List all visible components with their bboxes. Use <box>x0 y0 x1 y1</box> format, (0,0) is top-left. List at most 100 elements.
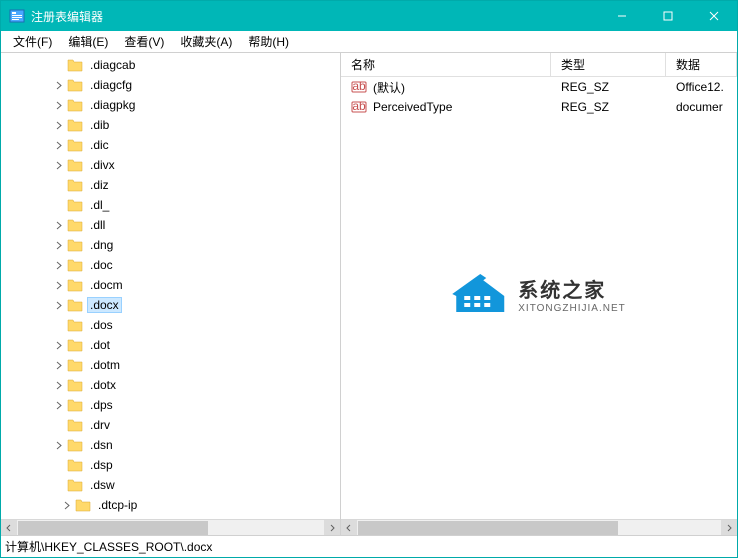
list-row[interactable]: abPerceivedTypeREG_SZdocumer <box>341 97 737 117</box>
folder-icon <box>67 218 83 232</box>
tree-item-label: .dtcp-ip <box>95 497 140 513</box>
folder-icon <box>67 318 83 332</box>
expand-icon[interactable] <box>53 259 65 271</box>
folder-icon <box>67 418 83 432</box>
tree-item-label: .dng <box>87 237 116 253</box>
maximize-button[interactable] <box>645 1 691 31</box>
expand-icon[interactable] <box>53 299 65 311</box>
svg-text:ab: ab <box>352 99 366 113</box>
tree-item-label: .dos <box>87 317 116 333</box>
leaf-icon <box>53 459 65 471</box>
folder-icon <box>67 238 83 252</box>
expand-icon[interactable] <box>61 499 73 511</box>
tree-item[interactable]: .dot <box>1 335 340 355</box>
list-pane[interactable]: 名称 类型 数据 ab(默认)REG_SZOffice12.abPerceive… <box>341 53 737 535</box>
watermark-title: 系统之家 <box>518 274 626 303</box>
svg-text:ab: ab <box>352 79 366 93</box>
folder-icon <box>67 58 83 72</box>
tree-item[interactable]: .dll <box>1 215 340 235</box>
tree-item[interactable]: .divx <box>1 155 340 175</box>
tree-item-label: .diagcfg <box>87 77 135 93</box>
menu-file[interactable]: 文件(F) <box>5 31 60 52</box>
tree-item[interactable]: .diagcfg <box>1 75 340 95</box>
leaf-icon <box>53 179 65 191</box>
expand-icon[interactable] <box>53 99 65 111</box>
tree-item[interactable]: .dotm <box>1 355 340 375</box>
tree-item[interactable]: .diagpkg <box>1 95 340 115</box>
scroll-thumb[interactable] <box>18 521 208 535</box>
tree-item[interactable]: .dsn <box>1 435 340 455</box>
tree-item[interactable]: .dsw <box>1 475 340 495</box>
tree-item-label: .docm <box>87 277 126 293</box>
menu-help[interactable]: 帮助(H) <box>240 31 297 52</box>
col-type[interactable]: 类型 <box>551 53 666 77</box>
expand-icon[interactable] <box>53 139 65 151</box>
col-data[interactable]: 数据 <box>666 53 737 77</box>
expand-icon[interactable] <box>53 379 65 391</box>
expand-icon[interactable] <box>53 339 65 351</box>
scroll-right-icon[interactable] <box>721 520 737 536</box>
tree-item[interactable]: .dotx <box>1 375 340 395</box>
tree-item[interactable]: .drv <box>1 415 340 435</box>
expand-icon[interactable] <box>53 399 65 411</box>
tree-item[interactable]: .dps <box>1 395 340 415</box>
tree-item[interactable]: .dng <box>1 235 340 255</box>
list-row[interactable]: ab(默认)REG_SZOffice12. <box>341 77 737 97</box>
watermark-sub: XITONGZHIJIA.NET <box>518 303 626 314</box>
minimize-button[interactable] <box>599 1 645 31</box>
folder-icon <box>67 278 83 292</box>
tree-pane[interactable]: .diagcab .diagcfg .diagpkg .dib.dic.divx.di… <box>1 53 341 535</box>
tree-item[interactable]: .dic <box>1 135 340 155</box>
folder-icon <box>67 118 83 132</box>
expand-icon[interactable] <box>53 159 65 171</box>
tree-item[interactable]: .dib <box>1 115 340 135</box>
expand-icon[interactable] <box>53 279 65 291</box>
watermark: 系统之家 XITONGZHIJIA.NET <box>452 272 626 316</box>
folder-icon <box>67 98 83 112</box>
col-name[interactable]: 名称 <box>341 53 551 77</box>
tree-item[interactable]: .diagcab <box>1 55 340 75</box>
tree-item[interactable]: .doc <box>1 255 340 275</box>
menu-favorites[interactable]: 收藏夹(A) <box>172 31 240 52</box>
scroll-right-icon[interactable] <box>324 520 340 536</box>
leaf-icon <box>53 319 65 331</box>
folder-icon <box>67 438 83 452</box>
tree-item-label: .diagpkg <box>87 97 138 113</box>
tree-item-label: .dotm <box>87 357 123 373</box>
folder-icon <box>75 498 91 512</box>
menu-edit[interactable]: 编辑(E) <box>60 31 116 52</box>
close-button[interactable] <box>691 1 737 31</box>
titlebar: 注册表编辑器 <box>1 1 737 31</box>
value-name: (默认) <box>373 79 405 96</box>
tree-item[interactable]: .diz <box>1 175 340 195</box>
scroll-left-icon[interactable] <box>341 520 357 536</box>
expand-icon[interactable] <box>53 79 65 91</box>
content-area: .diagcab .diagcfg .diagpkg .dib.dic.divx.di… <box>1 53 737 535</box>
expand-icon[interactable] <box>53 439 65 451</box>
folder-icon <box>67 198 83 212</box>
menu-view[interactable]: 查看(V) <box>116 31 172 52</box>
leaf-icon <box>53 59 65 71</box>
tree-item[interactable]: .dl_ <box>1 195 340 215</box>
tree-item[interactable]: .dsp <box>1 455 340 475</box>
scroll-left-icon[interactable] <box>1 520 17 536</box>
tree-hscrollbar[interactable] <box>1 519 340 535</box>
list-hscrollbar[interactable] <box>341 519 737 535</box>
value-type: REG_SZ <box>551 78 666 96</box>
tree-item[interactable]: .docm <box>1 275 340 295</box>
house-icon <box>452 272 508 316</box>
expand-icon[interactable] <box>53 359 65 371</box>
tree-item[interactable]: .dtcp-ip <box>1 495 340 515</box>
tree-item[interactable]: .docx <box>1 295 340 315</box>
expand-icon[interactable] <box>53 219 65 231</box>
folder-icon <box>67 138 83 152</box>
leaf-icon <box>53 479 65 491</box>
folder-icon <box>67 78 83 92</box>
folder-icon <box>67 478 83 492</box>
folder-icon <box>67 458 83 472</box>
tree-item[interactable]: .dos <box>1 315 340 335</box>
tree-item-label: .dll <box>87 217 108 233</box>
expand-icon[interactable] <box>53 239 65 251</box>
expand-icon[interactable] <box>53 119 65 131</box>
scroll-thumb[interactable] <box>358 521 618 535</box>
